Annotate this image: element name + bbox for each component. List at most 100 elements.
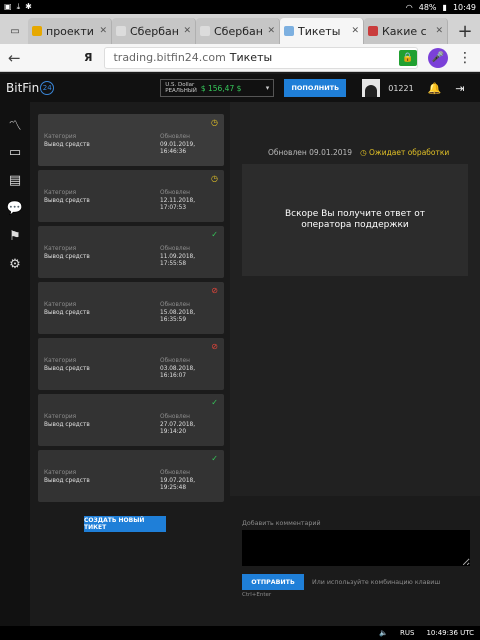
ticket-updated: Обновлен 09.01.2019 [268, 148, 353, 157]
close-icon[interactable]: ✕ [183, 26, 191, 36]
status-done-icon: ✓ [211, 398, 218, 407]
comment-input[interactable] [242, 530, 470, 566]
bluetooth-icon: ✱ [25, 2, 32, 11]
bell-icon[interactable]: 🔔 [428, 82, 442, 95]
tab-group-icon[interactable]: ▭ [2, 18, 28, 44]
bitfin-logo[interactable]: BitFin 24 [6, 81, 55, 95]
ticket-card[interactable]: ◷ Категория Вывод средств Обновлен 09.01.201… [38, 114, 224, 166]
ticket-card[interactable]: ⊘ Категория Вывод средств Обновлен 03.08.201… [38, 338, 224, 390]
battery-percent: 48% [418, 2, 437, 12]
trading-icon[interactable]: 〽 [0, 116, 30, 134]
updated-label: Обновлен [160, 302, 190, 308]
ticket-card[interactable]: ✓ Категория Вывод средств Обновлен 19.07.201… [38, 450, 224, 502]
updated-value: 03.08.2018, 16:16:07 [160, 366, 220, 380]
logo-badge: 24 [40, 81, 55, 95]
updated-date: 03.08.2018, [160, 366, 196, 372]
comment-composer: Добавить комментарий ОТПРАВИТЬ Или испол… [230, 496, 480, 626]
category-value: Вывод средств [44, 254, 90, 260]
status-rejected-icon: ⊘ [211, 286, 218, 295]
ticket-card[interactable]: ✓ Категория Вывод средств Обновлен 11.09.201… [38, 226, 224, 278]
download-icon: ⤓ [16, 2, 21, 11]
gallery-icon: ▣ [4, 2, 12, 11]
tab-4[interactable]: Тикеты ✕ [280, 18, 364, 44]
close-icon[interactable]: ✕ [267, 26, 275, 36]
settings-icon[interactable]: ⚙ [0, 256, 30, 272]
tab-2[interactable]: Сбербанк ✕ [112, 18, 196, 44]
favicon-icon [284, 26, 294, 36]
chat-icon[interactable]: 💬 [0, 200, 30, 216]
new-tab-button[interactable]: + [450, 18, 480, 44]
status-pending-icon: ◷ [211, 174, 218, 183]
ticket-card[interactable]: ✓ Категория Вывод средств Обновлен 27.07.201… [38, 394, 224, 446]
updated-date: 09.01.2019, [160, 142, 196, 148]
ticket-detail: Обновлен 09.01.2019 ◷ Ожидает обработки … [230, 102, 480, 496]
category-label: Категория [44, 302, 77, 308]
url-text: trading.bitfin24.com [113, 51, 226, 64]
user-icon [365, 85, 378, 97]
message-box: Вскоре Вы получите ответ от оператора по… [242, 164, 468, 276]
ticket-card[interactable]: ◷ Категория Вывод средств Обновлен 12.11.201… [38, 170, 224, 222]
ticket-card[interactable]: ⊘ Категория Вывод средств Обновлен 15.08.201… [38, 282, 224, 334]
volume-icon[interactable]: 🔈 [379, 629, 388, 637]
tab-title: Какие с [382, 24, 427, 38]
account-balance: $ 156,47 $ [200, 83, 242, 93]
updated-label: Обновлен [160, 246, 190, 252]
updated-date: 12.11.2018, [160, 198, 196, 204]
tickets-panel: ◷ Категория Вывод средств Обновлен 09.01.201… [30, 102, 230, 626]
category-value: Вывод средств [44, 422, 90, 428]
battery-icon: ▮ [442, 2, 447, 12]
tab-5[interactable]: Какие с ✕ [364, 18, 448, 44]
menu-icon[interactable]: ⋮ [458, 50, 472, 66]
notification-icons: ▣ ⤓ ✱ [4, 2, 32, 12]
category-value: Вывод средств [44, 142, 90, 148]
category-label: Категория [44, 190, 77, 196]
send-button[interactable]: ОТПРАВИТЬ [242, 574, 304, 590]
favicon-icon [32, 26, 42, 36]
account-selector[interactable]: U.S. Dollar РЕАЛЬНЫЙ $ 156,47 $ ▾ [160, 79, 275, 97]
updated-value: 11.09.2018, 17:55:58 [160, 254, 220, 268]
yandex-icon[interactable]: Я [84, 51, 92, 64]
updated-time: 19:25:48 [160, 485, 187, 491]
chevron-down-icon: ▾ [265, 84, 270, 92]
shortcut-hint: Или используйте комбинацию клавиш [312, 579, 441, 586]
updated-date: 27.07.2018, [160, 422, 196, 428]
comment-label: Добавить комментарий [242, 520, 321, 527]
updated-label: Обновлен [160, 358, 190, 364]
close-icon[interactable]: ✕ [351, 26, 359, 36]
category-label: Категория [44, 470, 77, 476]
updated-label: Обновлен [160, 414, 190, 420]
avatar[interactable] [362, 79, 381, 97]
utc-time: 10:49:36 UTC [426, 629, 474, 637]
updated-value: 09.01.2019, 16:46:36 [160, 142, 220, 156]
language-indicator[interactable]: RUS [400, 629, 414, 637]
updated-date: 15.08.2018, [160, 310, 196, 316]
ticket-status: Ожидает обработки [369, 148, 450, 157]
wallet-icon[interactable]: ▭ [0, 144, 30, 160]
category-value: Вывод средств [44, 366, 90, 372]
tab-1[interactable]: проекти ✕ [28, 18, 112, 44]
back-button[interactable]: ← [8, 49, 32, 67]
microphone-icon[interactable]: 🎤 [428, 47, 448, 68]
close-icon[interactable]: ✕ [435, 26, 443, 36]
create-ticket-button[interactable]: СОЗДАТЬ НОВЫЙ ТИКЕТ [84, 516, 166, 532]
updated-label: Обновлен [160, 190, 190, 196]
tab-title: проекти [46, 24, 94, 38]
url-field[interactable]: trading.bitfin24.com Тикеты 🔒 [104, 46, 418, 69]
favicon-icon [200, 26, 210, 36]
logo-text: BitFin [6, 81, 40, 95]
updated-value: 12.11.2018, 17:07:53 [160, 198, 220, 212]
account-mode: РЕАЛЬНЫЙ [165, 88, 197, 94]
tab-3[interactable]: Сбербанк ✕ [196, 18, 280, 44]
ticket-meta: Обновлен 09.01.2019 ◷ Ожидает обработки [268, 148, 449, 157]
favicon-icon [116, 26, 126, 36]
deposit-button[interactable]: ПОПОЛНИТЬ [284, 79, 347, 97]
close-icon[interactable]: ✕ [99, 26, 107, 36]
updated-time: 16:46:36 [160, 149, 187, 155]
flag-icon[interactable]: ⚑ [0, 228, 30, 244]
lock-icon[interactable]: 🔒 [399, 49, 417, 66]
tickets-icon[interactable]: ▤ [0, 172, 30, 188]
app-header: BitFin 24 U.S. Dollar РЕАЛЬНЫЙ $ 156,47 … [0, 74, 480, 102]
logout-icon[interactable]: ⇥ [455, 82, 464, 95]
page-title: Тикеты [229, 51, 273, 64]
updated-date: 19.07.2018, [160, 478, 196, 484]
